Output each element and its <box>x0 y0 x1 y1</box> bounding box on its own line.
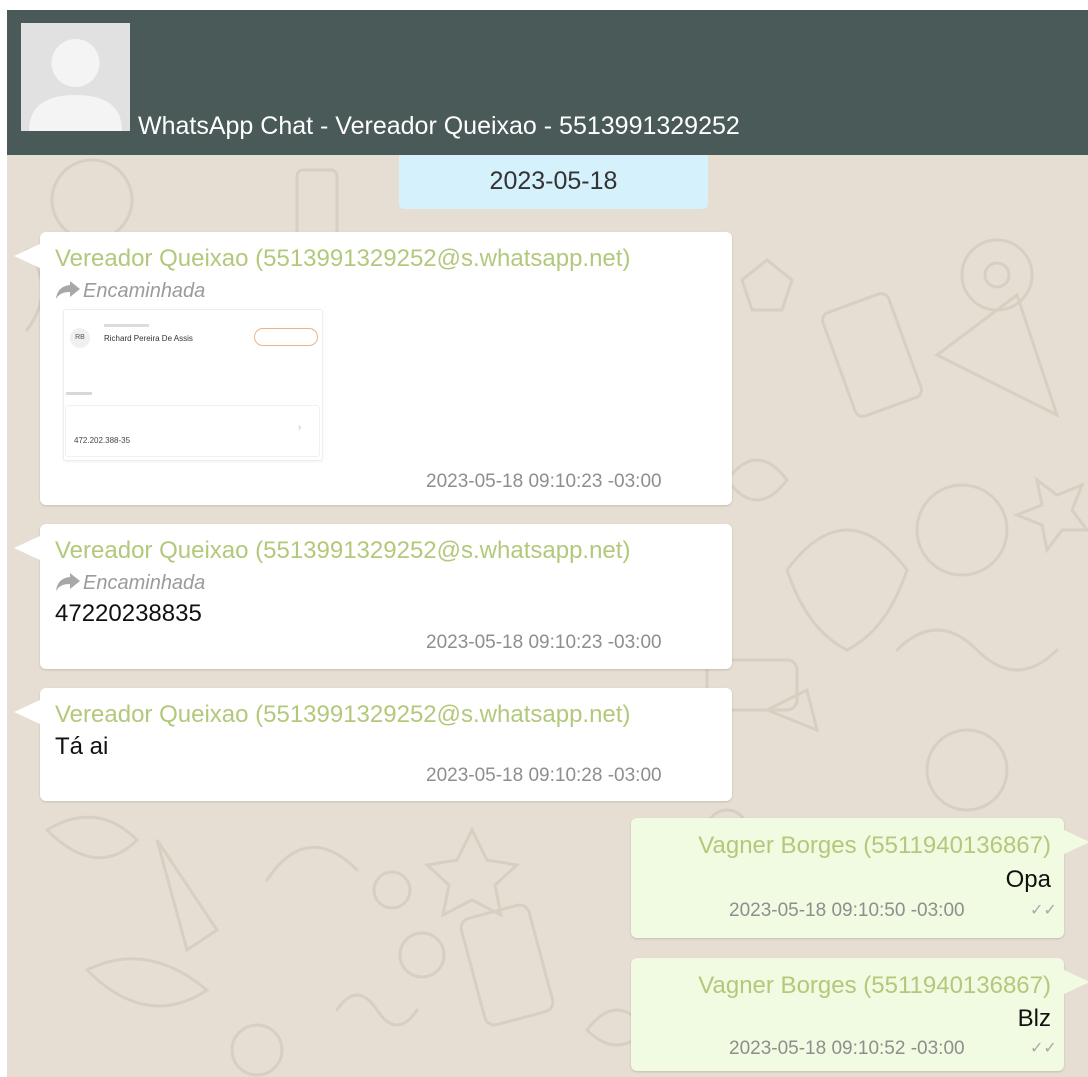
bubble-tail <box>14 244 40 268</box>
message-text: Opa <box>1005 866 1051 893</box>
message-bubble-outgoing[interactable]: Vagner Borges (5511940136867) Opa 2023-0… <box>631 818 1088 938</box>
sender-name: Vagner Borges (5511940136867) <box>698 972 1051 999</box>
message-text: Blz <box>1017 1005 1051 1032</box>
chat-window: WhatsApp Chat - Vereador Queixao - 55139… <box>7 10 1088 1077</box>
sender-name: Vereador Queixao (5513991329252@s.whatsa… <box>55 701 631 728</box>
attachment-caption-line <box>104 324 149 327</box>
attachment-initials-badge: RB <box>70 328 90 348</box>
forwarded-text: Encaminhada <box>83 572 206 594</box>
attachment-section-line <box>66 392 92 395</box>
bubble-tail <box>1064 830 1088 854</box>
bubble-tail <box>1064 970 1088 994</box>
forwarded-label: Encaminhada <box>55 280 205 303</box>
message-timestamp: 2023-05-18 09:10:23 -03:00 <box>426 471 662 492</box>
message-text: Tá ai <box>55 733 109 760</box>
attachment-value: 472.202.388-35 <box>74 436 131 445</box>
double-check-icon: ✓✓ <box>1030 902 1057 919</box>
attachment-tag-outline <box>254 328 318 346</box>
message-bubble-incoming[interactable]: Vereador Queixao (5513991329252@s.whatsa… <box>14 688 732 801</box>
message-bubble-incoming[interactable]: Vereador Queixao (5513991329252@s.whatsa… <box>14 524 732 669</box>
message-timestamp: 2023-05-18 09:10:28 -03:00 <box>426 765 662 786</box>
message-timestamp: 2023-05-18 09:10:50 -03:00 <box>729 900 965 921</box>
sender-name: Vereador Queixao (5513991329252@s.whatsa… <box>55 245 631 272</box>
message-text: 47220238835 <box>55 600 202 627</box>
forward-arrow-icon <box>56 281 80 299</box>
bubble-tail <box>14 700 40 724</box>
date-divider: 2023-05-18 <box>399 155 708 209</box>
sender-name: Vereador Queixao (5513991329252@s.whatsa… <box>55 537 631 564</box>
message-timestamp: 2023-05-18 09:10:23 -03:00 <box>426 632 662 653</box>
bubble-tail <box>14 536 40 560</box>
attachment-name: Richard Pereira De Assis <box>104 334 193 343</box>
forward-arrow-icon <box>56 573 80 591</box>
forwarded-text: Encaminhada <box>83 280 206 302</box>
avatar-placeholder-icon <box>21 23 130 131</box>
message-bubble-outgoing[interactable]: Vagner Borges (5511940136867) Blz 2023-0… <box>631 958 1088 1071</box>
sender-name: Vagner Borges (5511940136867) <box>698 832 1051 859</box>
double-check-icon: ✓✓ <box>1030 1040 1057 1057</box>
chat-title: WhatsApp Chat - Vereador Queixao - 55139… <box>138 112 740 140</box>
chevron-right-icon: › <box>298 422 302 433</box>
chat-header: WhatsApp Chat - Vereador Queixao - 55139… <box>7 10 1088 155</box>
message-timestamp: 2023-05-18 09:10:52 -03:00 <box>729 1038 965 1059</box>
message-bubble-incoming[interactable]: Vereador Queixao (5513991329252@s.whatsa… <box>14 232 732 505</box>
attachment-card <box>65 405 320 457</box>
contact-avatar[interactable] <box>21 23 130 131</box>
image-attachment[interactable]: RB Richard Pereira De Assis 472.202.388-… <box>63 309 323 461</box>
forwarded-label: Encaminhada <box>55 572 205 595</box>
